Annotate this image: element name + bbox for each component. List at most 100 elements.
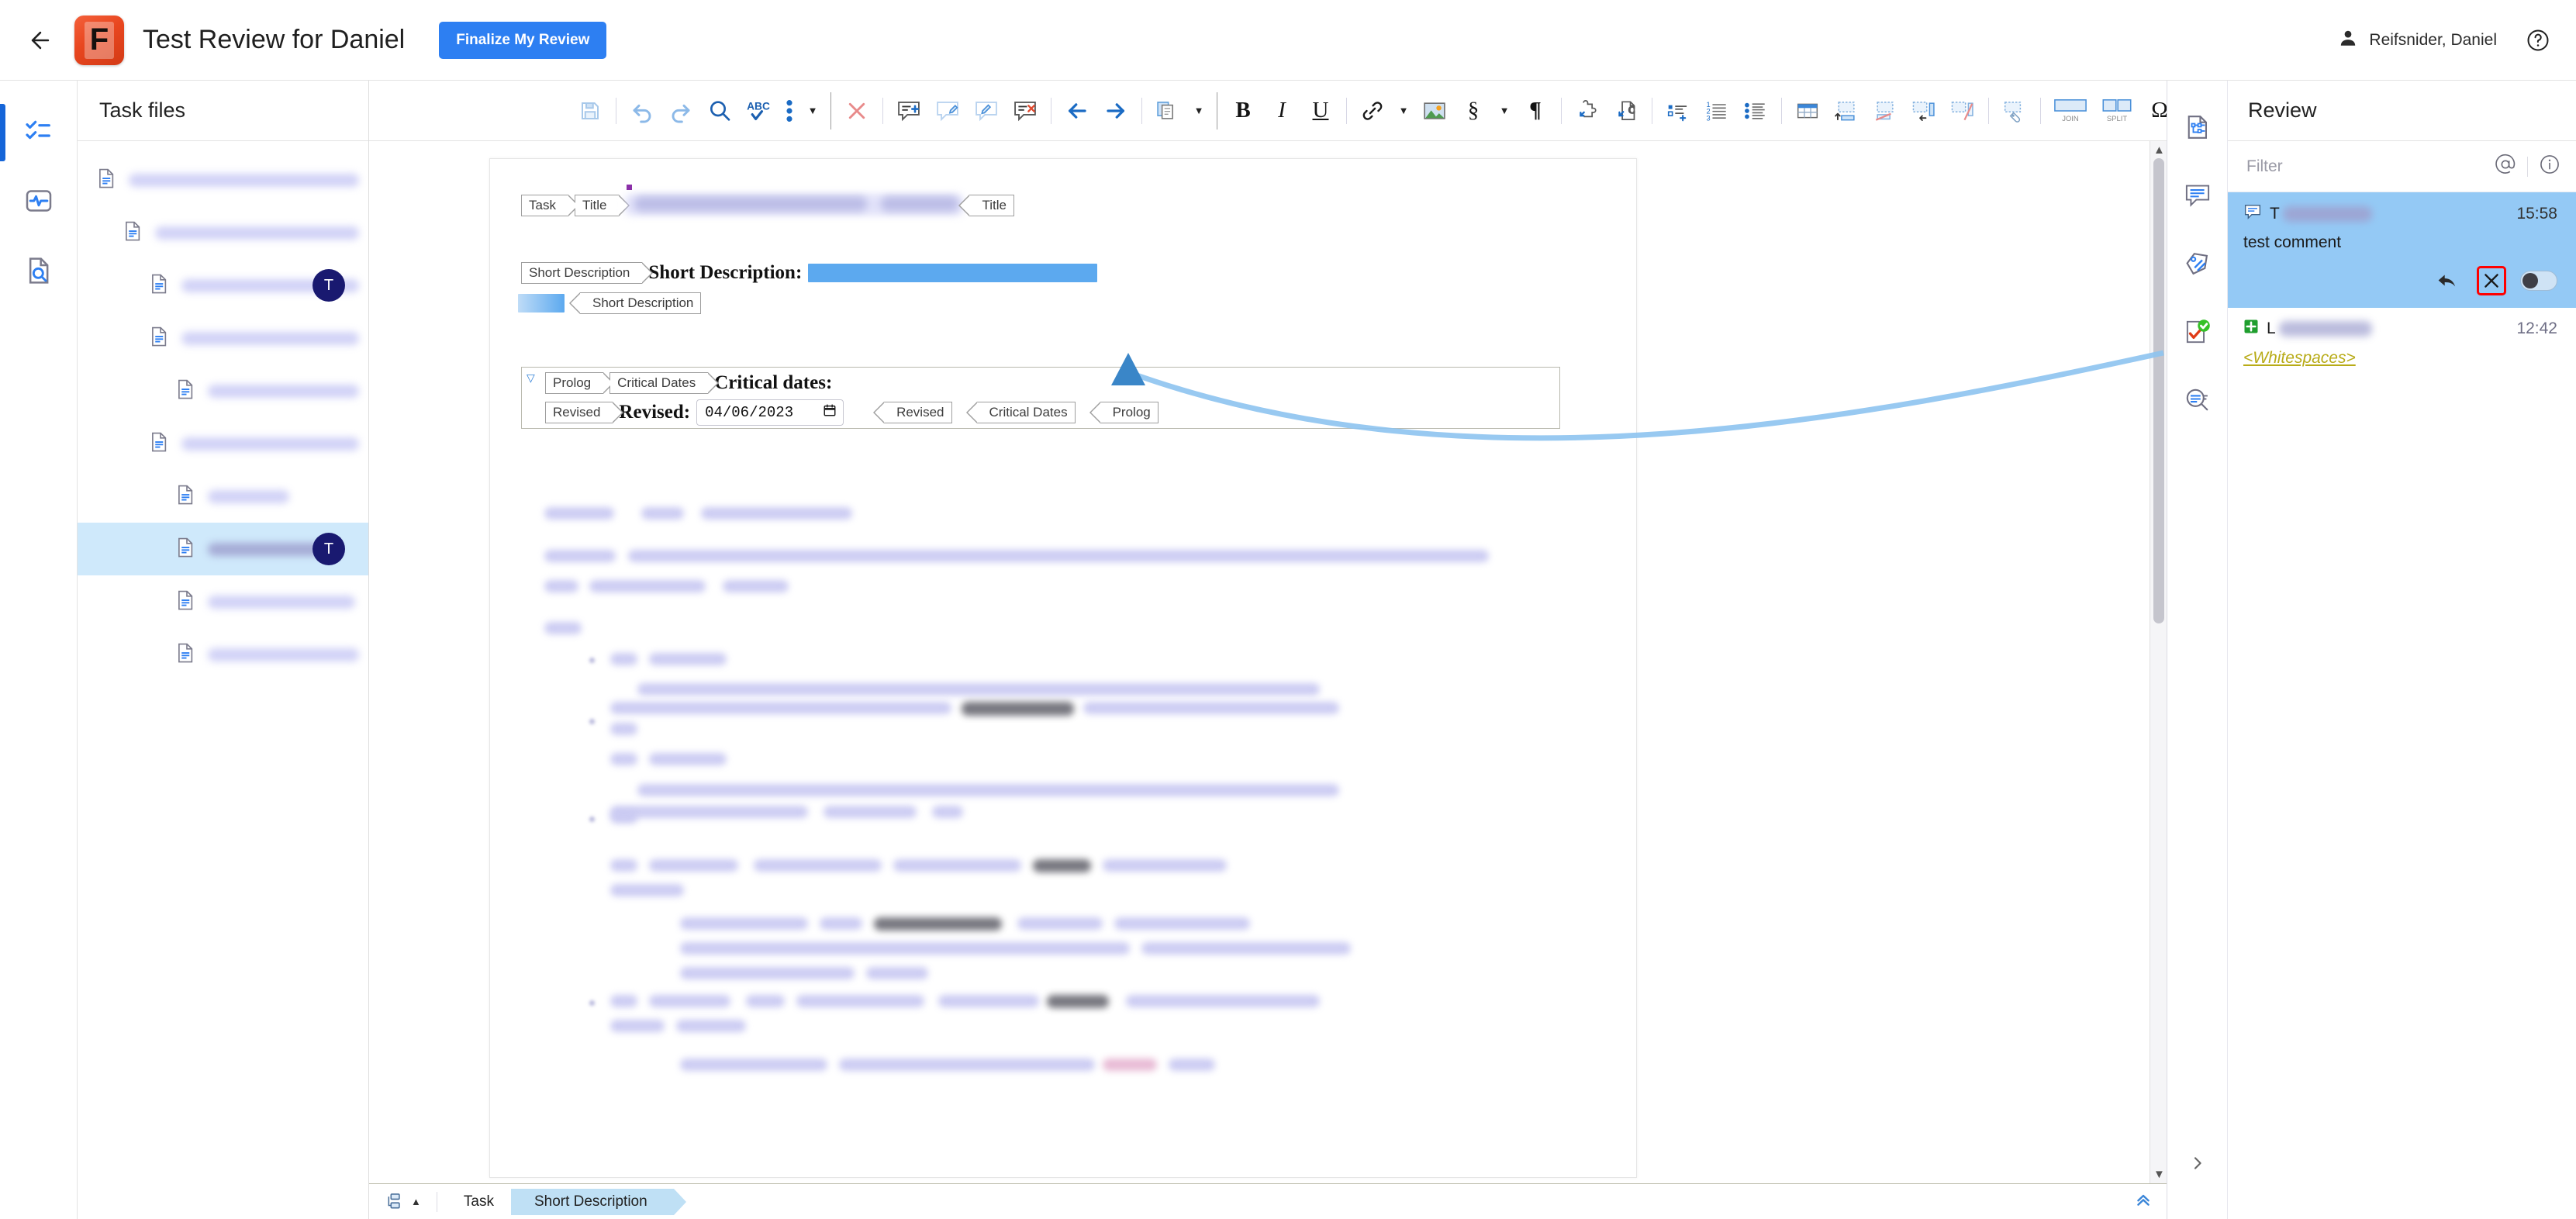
document-search-icon [23, 255, 54, 290]
task-file-item[interactable] [78, 312, 368, 364]
review-filter-input[interactable] [2246, 157, 2484, 176]
back-arrow-icon[interactable] [20, 20, 60, 60]
insert-table-icon[interactable] [1788, 92, 1827, 130]
ordered-list-icon[interactable]: 123 [1697, 92, 1736, 130]
comment-header: L 12:42 [2243, 319, 2557, 338]
task-file-item[interactable] [78, 364, 368, 417]
save-icon[interactable] [571, 92, 609, 130]
tag-revised-end[interactable]: Revised [873, 402, 952, 423]
document-page[interactable]: Task Title Title Short Description Short… [489, 158, 1637, 1178]
task-file-item[interactable] [78, 206, 368, 259]
help-circle-icon[interactable] [2526, 29, 2550, 52]
tag-revised-start[interactable]: Revised [545, 402, 624, 423]
tag-short-description-start[interactable]: Short Description [521, 262, 654, 284]
scroll-up-arrow-icon[interactable]: ▲ [2153, 143, 2165, 157]
insert-row-above-icon[interactable] [1827, 92, 1866, 130]
comment-pencil-icon[interactable] [967, 92, 1006, 130]
critical-dates-block[interactable]: ▽ Prolog Critical Dates Critical dates: … [521, 367, 1560, 429]
calendar-icon[interactable] [823, 403, 837, 422]
bold-icon[interactable]: B [1224, 92, 1262, 130]
unordered-list-icon[interactable] [1736, 92, 1775, 130]
underline-icon[interactable]: U [1301, 92, 1340, 130]
rail-item-document-search[interactable] [0, 237, 78, 307]
find-replace-icon[interactable] [700, 92, 739, 130]
insert-row-below-icon[interactable] [1866, 92, 1904, 130]
collapse-triangle-icon[interactable]: ▽ [527, 371, 535, 385]
task-file-label [155, 226, 359, 240]
structure-view-icon[interactable]: ▲ [378, 1192, 427, 1212]
document-scrollbar[interactable]: ▲ ▼ [2150, 141, 2167, 1183]
rail-item-activity[interactable] [0, 167, 78, 237]
panel-collapse-button[interactable] [2167, 1154, 2228, 1172]
logo-letter: F [89, 22, 109, 57]
tag-title-end[interactable]: Title [958, 195, 1014, 216]
tag-title-start[interactable]: Title [574, 195, 630, 216]
definition-list-icon[interactable] [1659, 92, 1697, 130]
tag-short-description-end[interactable]: Short Description [568, 292, 702, 314]
delete-column-icon[interactable] [1943, 92, 1982, 130]
delete-comment-icon[interactable] [1006, 92, 1045, 130]
delete-comment-button[interactable] [2477, 266, 2506, 295]
info-circle-icon[interactable] [2539, 154, 2560, 179]
task-file-item[interactable]: T [78, 259, 368, 312]
tag-task-start[interactable]: Task [521, 195, 579, 216]
pilcrow-icon[interactable]: ¶ [1516, 92, 1555, 130]
insert-conref-icon[interactable]: C [1607, 92, 1645, 130]
comment-author-initial: L [2267, 319, 2276, 337]
italic-icon[interactable]: I [1262, 92, 1301, 130]
image-icon[interactable] [1415, 92, 1454, 130]
split-cells-icon[interactable]: SPLIT [2094, 92, 2140, 130]
task-file-item[interactable] [78, 470, 368, 523]
edit-comment-icon[interactable] [928, 92, 967, 130]
task-file-item[interactable] [78, 154, 368, 206]
task-file-item[interactable] [78, 575, 368, 628]
panel-item-tags[interactable] [2167, 231, 2228, 299]
arrow-right-icon[interactable] [1096, 92, 1135, 130]
resolve-toggle[interactable] [2520, 271, 2557, 291]
chevron-down-icon[interactable]: ▼ [1493, 92, 1516, 130]
rail-item-tasks[interactable] [0, 98, 78, 167]
link-icon[interactable] [1353, 92, 1392, 130]
spellcheck-abc-icon[interactable]: ABC [739, 92, 778, 130]
insert-column-left-icon[interactable] [1904, 92, 1943, 130]
user-menu[interactable]: Reifsnider, Daniel [2338, 28, 2497, 52]
undo-icon[interactable] [623, 92, 661, 130]
comment-whitespaces-link[interactable]: <Whitespaces> [2243, 349, 2557, 368]
omega-special-char-icon[interactable]: Ω [2140, 92, 2167, 130]
chevron-down-icon[interactable]: ▼ [1187, 92, 1210, 130]
tag-prolog-start[interactable]: Prolog [545, 372, 615, 394]
arrow-left-icon[interactable] [1058, 92, 1096, 130]
insert-puzzle-icon[interactable] [1568, 92, 1607, 130]
add-comment-icon[interactable] [889, 92, 928, 130]
task-file-item[interactable] [78, 417, 368, 470]
reject-change-x-icon[interactable] [837, 92, 876, 130]
task-file-item[interactable]: T [78, 523, 368, 575]
join-cells-icon[interactable]: JOIN [2047, 92, 2094, 130]
scroll-down-arrow-icon[interactable]: ▼ [2153, 1168, 2165, 1181]
chevron-down-icon[interactable]: ▼ [801, 92, 824, 130]
review-comment-item[interactable]: T 15:58 test comment [2228, 192, 2576, 308]
panel-item-structure[interactable] [2167, 95, 2228, 163]
double-chevron-up-icon[interactable] [2134, 1190, 2167, 1213]
document-scroll-thumb[interactable] [2153, 158, 2164, 623]
table-properties-icon[interactable] [1995, 92, 2034, 130]
finalize-review-button[interactable]: Finalize My Review [439, 21, 607, 59]
revised-date-input[interactable]: 04/06/2023 [696, 399, 844, 426]
tag-critical-dates-start[interactable]: Critical Dates [609, 372, 720, 394]
reply-button[interactable] [2433, 266, 2463, 295]
task-file-item[interactable] [78, 628, 368, 681]
chevron-down-icon[interactable]: ▼ [1392, 92, 1415, 130]
breadcrumb-item[interactable]: Short Description [510, 1188, 686, 1215]
panel-item-review-approved[interactable] [2167, 299, 2228, 368]
redo-icon[interactable] [661, 92, 700, 130]
tag-critical-dates-end[interactable]: Critical Dates [965, 402, 1076, 423]
copy-paste-icon[interactable] [1148, 92, 1187, 130]
section-symbol-icon[interactable]: § [1454, 92, 1493, 130]
tag-prolog-end[interactable]: Prolog [1089, 402, 1159, 423]
at-sign-icon[interactable] [2495, 154, 2516, 179]
triangle-up-icon[interactable]: ▲ [411, 1196, 421, 1207]
review-comment-item[interactable]: L 12:42 <Whitespaces> [2228, 308, 2576, 380]
panel-item-search-text[interactable] [2167, 368, 2228, 436]
panel-item-comments[interactable] [2167, 163, 2228, 231]
more-vertical-icon[interactable] [778, 92, 801, 130]
